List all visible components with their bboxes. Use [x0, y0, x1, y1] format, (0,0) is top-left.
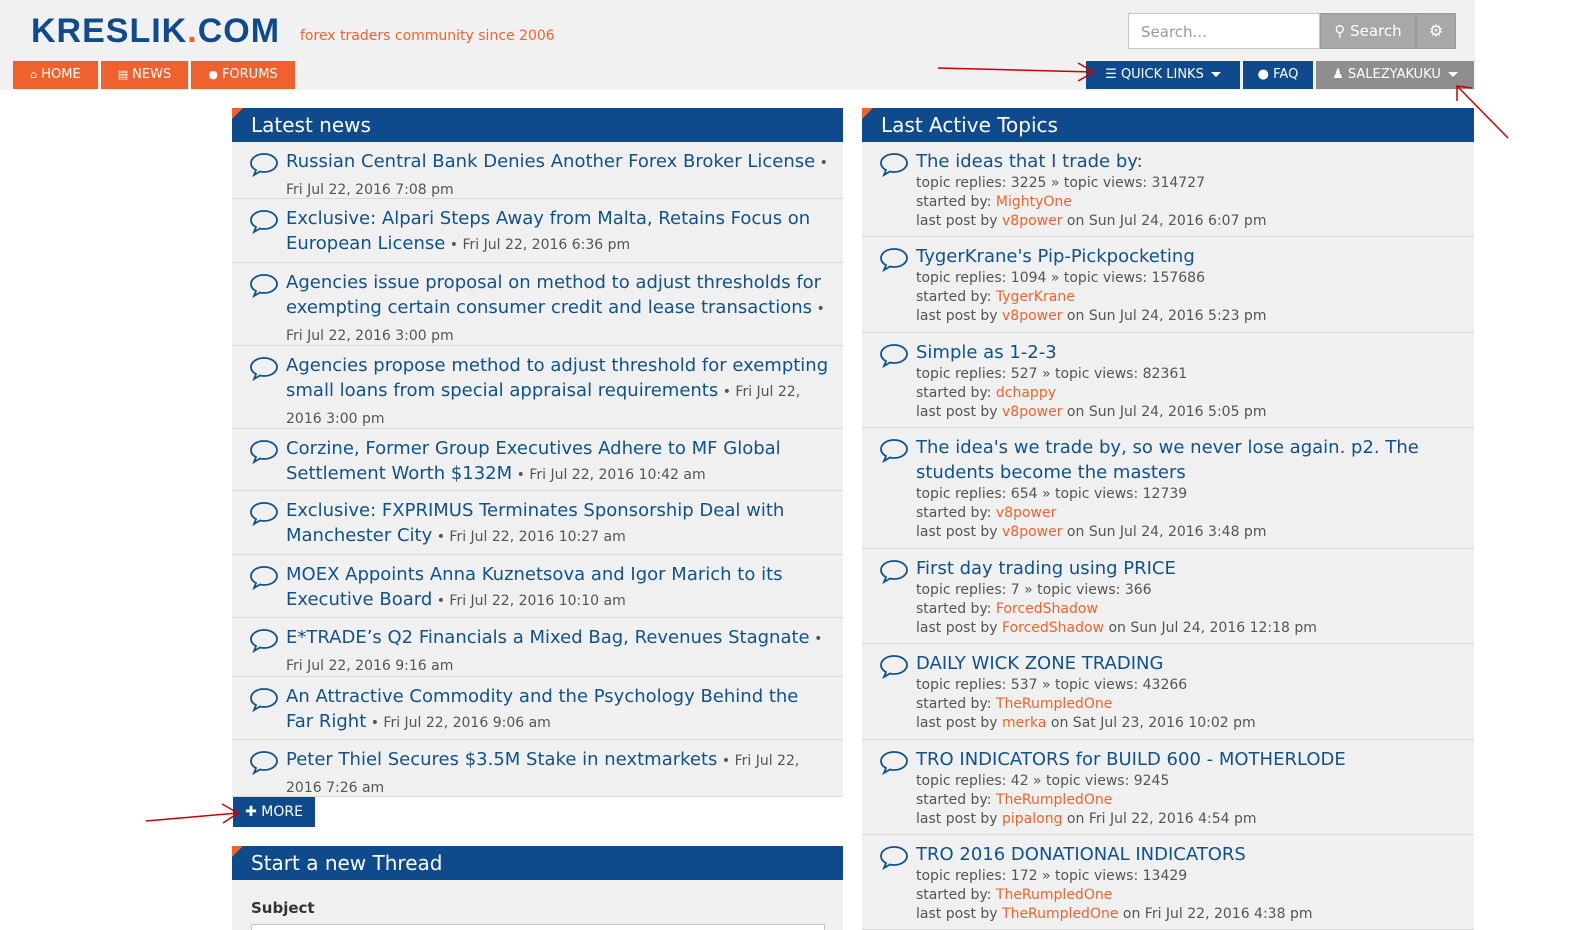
arrow-quick-links-line [937, 67, 1095, 73]
arrow-user-line [1456, 85, 1509, 139]
annotation-arrows [145, 62, 1509, 824]
arrow-more-line [145, 812, 239, 822]
